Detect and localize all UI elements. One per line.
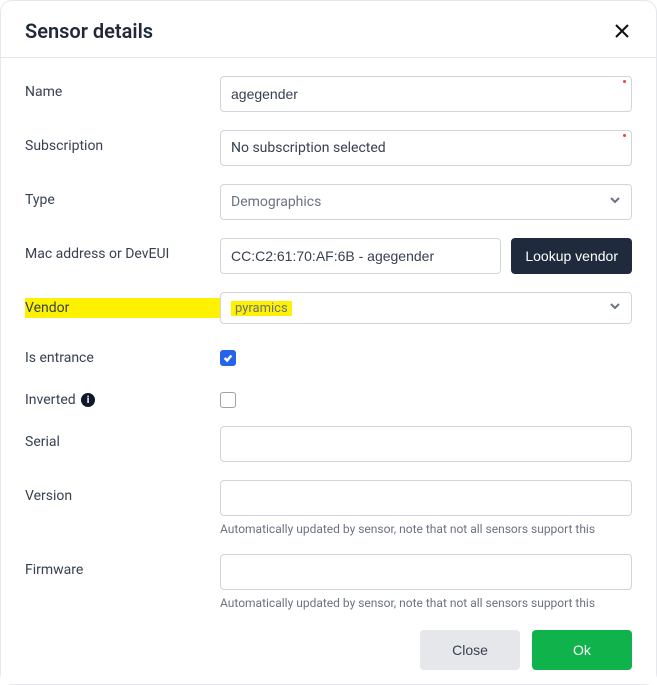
subscription-value: No subscription selected (231, 140, 386, 156)
name-input[interactable] (220, 76, 632, 112)
close-icon[interactable] (612, 21, 632, 41)
chevron-down-icon (609, 300, 621, 316)
label-firmware: Firmware (25, 554, 220, 578)
version-help-text: Automatically updated by sensor, note th… (220, 522, 632, 536)
modal-title: Sensor details (25, 19, 153, 43)
ok-button[interactable]: Ok (532, 630, 632, 670)
firmware-help-text: Automatically updated by sensor, note th… (220, 596, 632, 610)
label-is-entrance: Is entrance (25, 342, 220, 366)
type-select[interactable]: Demographics (220, 184, 632, 220)
required-indicator (623, 134, 626, 137)
lookup-vendor-button[interactable]: Lookup vendor (511, 238, 632, 274)
version-input[interactable] (220, 480, 632, 516)
firmware-input[interactable] (220, 554, 632, 590)
chevron-down-icon (609, 194, 621, 210)
modal-body[interactable]: Name Subscription No subscription select… (1, 58, 656, 616)
row-type: Type Demographics (25, 184, 632, 220)
label-version: Version (25, 480, 220, 504)
label-type: Type (25, 184, 220, 208)
label-serial: Serial (25, 426, 220, 450)
row-name: Name (25, 76, 632, 112)
sensor-details-modal: Sensor details Name Subscription No subs… (0, 0, 657, 685)
label-name: Name (25, 76, 220, 100)
label-subscription: Subscription (25, 130, 220, 154)
inverted-checkbox[interactable] (220, 392, 236, 408)
modal-header: Sensor details (1, 1, 656, 58)
row-mac: Mac address or DevEUI Lookup vendor (25, 238, 632, 274)
is-entrance-checkbox[interactable] (220, 350, 236, 366)
label-vendor: Vendor (25, 292, 220, 318)
vendor-select[interactable]: pyramics (220, 292, 632, 324)
subscription-select[interactable]: No subscription selected (220, 130, 632, 166)
info-icon[interactable]: i (81, 393, 95, 407)
row-is-entrance: Is entrance (25, 342, 632, 366)
serial-input[interactable] (220, 426, 632, 462)
row-version: Version Automatically updated by sensor,… (25, 480, 632, 536)
row-serial: Serial (25, 426, 632, 462)
mac-input[interactable] (220, 238, 501, 274)
label-mac: Mac address or DevEUI (25, 238, 220, 262)
row-vendor: Vendor pyramics (25, 292, 632, 324)
row-inverted: Inverted i (25, 384, 632, 408)
type-value: Demographics (231, 194, 321, 210)
close-button[interactable]: Close (420, 630, 520, 670)
row-firmware: Firmware Automatically updated by sensor… (25, 554, 632, 610)
vendor-value: pyramics (231, 301, 292, 316)
row-subscription: Subscription No subscription selected (25, 130, 632, 166)
required-indicator (623, 80, 626, 83)
label-inverted: Inverted i (25, 384, 220, 408)
modal-footer: Close Ok (1, 616, 656, 684)
